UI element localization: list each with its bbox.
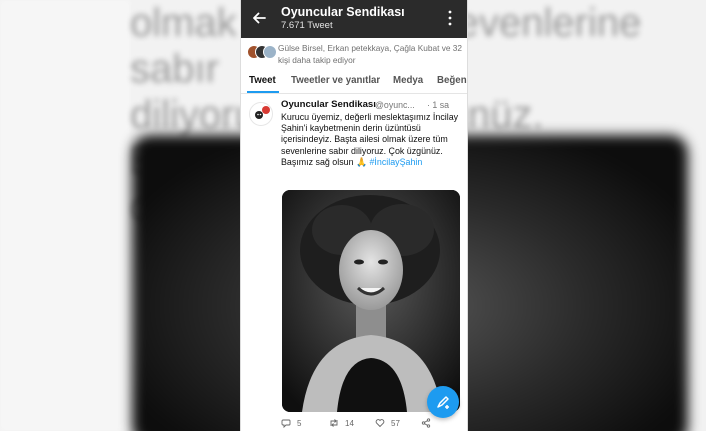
back-arrow-icon[interactable] (251, 10, 267, 26)
hashtag-link[interactable]: #İncilayŞahin (370, 157, 423, 167)
reply-action[interactable]: 5 (281, 418, 301, 428)
like-action[interactable]: 57 (375, 418, 400, 428)
tab-media[interactable]: Medya (393, 75, 423, 86)
active-tab-indicator (247, 91, 279, 93)
portrait-photo (282, 190, 460, 412)
reply-count: 5 (297, 418, 302, 428)
phone-screen: Oyuncular Sendikası 7.671 Tweet Gülse Bi… (240, 0, 468, 431)
retweet-action[interactable]: 14 (329, 418, 354, 428)
like-count: 57 (391, 418, 400, 428)
retweet-icon (330, 419, 338, 427)
share-icon (421, 418, 431, 428)
followed-by-row[interactable]: Gülse Birsel, Erkan petekkaya, Çağla Kub… (241, 38, 467, 70)
compose-icon (437, 396, 449, 409)
reply-icon (281, 419, 291, 428)
tweet-count: 7.671 Tweet (281, 20, 333, 31)
tab-tweets-and-replies[interactable]: Tweetler ve yanıtlar (291, 75, 380, 86)
tweet-avatar[interactable] (249, 102, 273, 126)
tweet-photo[interactable] (282, 190, 460, 412)
compose-tweet-button[interactable] (427, 386, 459, 418)
tweet-author-handle: @oyunc... (375, 100, 415, 110)
share-action[interactable] (421, 418, 431, 428)
background-left-area (0, 0, 130, 431)
tweet-timestamp: · 1 sa (427, 100, 450, 110)
tweet[interactable]: Oyuncular Sendikası @oyunc... · 1 sa Kur… (241, 94, 467, 431)
like-icon (375, 419, 385, 428)
followed-by-text: Gülse Birsel, Erkan petekkaya, Çağla Kub… (278, 43, 463, 65)
avatar (263, 45, 277, 59)
follower-avatars (247, 45, 277, 59)
profile-tabs: Tweet Tweetler ve yanıtlar Medya Beğeni (241, 71, 467, 94)
profile-header: Oyuncular Sendikası 7.671 Tweet (241, 0, 467, 38)
tab-likes[interactable]: Beğeni (437, 75, 467, 86)
tweet-text: Kurucu üyemiz, değerli meslektaşımız İnc… (281, 112, 461, 168)
tab-tweets[interactable]: Tweet (249, 75, 276, 86)
union-logo-icon (255, 106, 270, 119)
tweet-actions: 5 14 57 (281, 416, 461, 430)
tweet-author-name[interactable]: Oyuncular Sendikası (281, 99, 376, 110)
more-vertical-icon[interactable] (447, 9, 453, 27)
retweet-count: 14 (345, 418, 354, 428)
profile-title: Oyuncular Sendikası (281, 5, 405, 19)
